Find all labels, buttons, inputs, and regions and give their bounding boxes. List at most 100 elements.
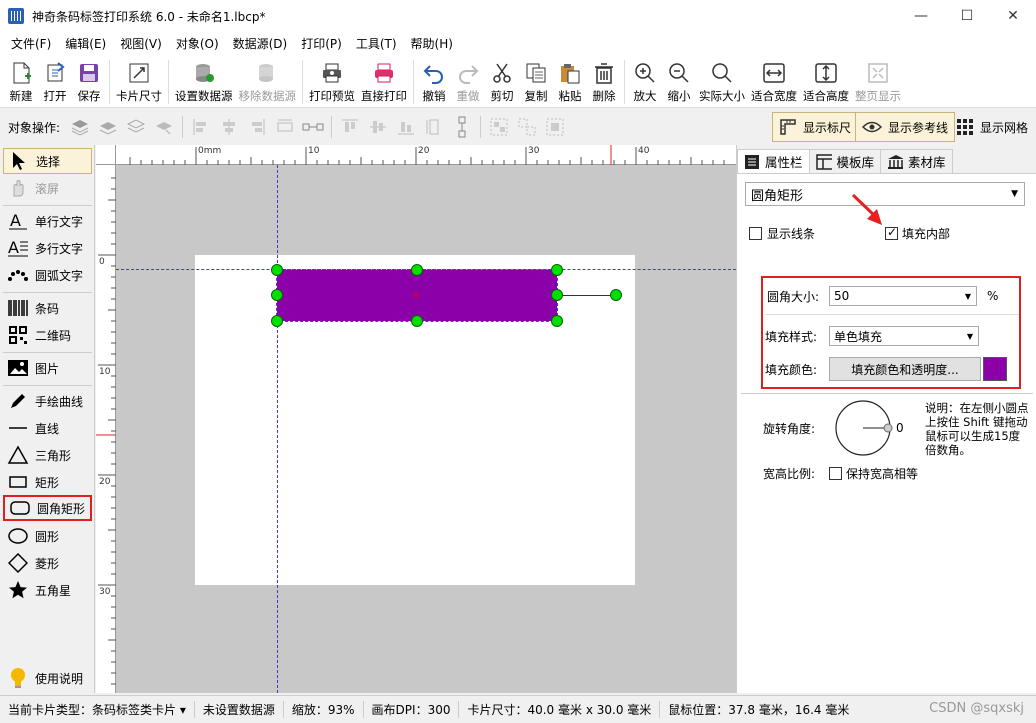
resize-handle-top[interactable] bbox=[411, 264, 423, 276]
tab-properties[interactable]: 属性栏 bbox=[737, 149, 810, 173]
align-left-icon[interactable] bbox=[189, 115, 213, 139]
resize-handle-top-right[interactable] bbox=[551, 264, 563, 276]
frame-icon[interactable] bbox=[543, 115, 567, 139]
resize-handle-bottom-left[interactable] bbox=[271, 315, 283, 327]
distribute-v-icon[interactable] bbox=[422, 115, 446, 139]
same-width-icon[interactable] bbox=[301, 115, 325, 139]
tool-select[interactable]: 选择 bbox=[3, 148, 92, 174]
layer-down-icon[interactable] bbox=[152, 115, 176, 139]
show-line-checkbox[interactable] bbox=[749, 227, 762, 240]
print-preview-button[interactable]: 打印预览 bbox=[306, 56, 358, 104]
align-middle-icon[interactable] bbox=[366, 115, 390, 139]
fill-color-button[interactable]: 填充颜色和透明度... bbox=[829, 357, 981, 381]
menu-file[interactable]: 文件(F) bbox=[4, 32, 58, 56]
paste-button[interactable]: 粘贴 bbox=[553, 56, 587, 104]
undo-button[interactable]: 撤销 bbox=[417, 56, 451, 104]
open-button[interactable]: 打开 bbox=[38, 56, 72, 104]
new-button[interactable]: 新建 bbox=[4, 56, 38, 104]
fill-style-combo[interactable]: 单色填充 ▼ bbox=[829, 326, 979, 346]
menu-help[interactable]: 帮助(H) bbox=[404, 32, 460, 56]
send-back-icon[interactable] bbox=[96, 115, 120, 139]
menu-view[interactable]: 视图(V) bbox=[113, 32, 169, 56]
tool-triangle[interactable]: 三角形 bbox=[3, 442, 92, 468]
dropdown-arrow-icon: ▼ bbox=[1011, 189, 1018, 199]
tool-diamond[interactable]: 菱形 bbox=[3, 550, 92, 576]
close-button[interactable]: ✕ bbox=[990, 0, 1036, 32]
align-bottom-icon[interactable] bbox=[394, 115, 418, 139]
status-card-type[interactable]: 当前卡片类型：条码标签类卡片 ▾ bbox=[0, 701, 195, 718]
maximize-button[interactable]: ☐ bbox=[944, 0, 990, 32]
same-height-icon[interactable] bbox=[450, 115, 474, 139]
zoom-out-button[interactable]: 缩小 bbox=[662, 56, 696, 104]
show-ruler-toggle[interactable]: 显示标尺 bbox=[772, 112, 859, 142]
align-top-icon[interactable] bbox=[338, 115, 362, 139]
resize-handle-left[interactable] bbox=[271, 289, 283, 301]
tool-single-text[interactable]: A 单行文字 bbox=[3, 208, 92, 234]
align-right-icon[interactable] bbox=[245, 115, 269, 139]
hand-icon bbox=[7, 177, 29, 199]
tool-freehand[interactable]: 手绘曲线 bbox=[3, 388, 92, 414]
copy-button[interactable]: 复制 bbox=[519, 56, 553, 104]
undo-icon bbox=[423, 62, 445, 84]
database-icon bbox=[193, 62, 215, 84]
rotation-handle[interactable] bbox=[610, 289, 622, 301]
guide-line-vertical[interactable] bbox=[277, 165, 278, 693]
full-page-button[interactable]: 整页显示 bbox=[852, 56, 904, 104]
tool-barcode[interactable]: 条码 bbox=[3, 295, 92, 321]
menu-print[interactable]: 打印(P) bbox=[294, 32, 349, 56]
keep-aspect-checkbox[interactable] bbox=[829, 467, 842, 480]
set-datasource-button[interactable]: 设置数据源 bbox=[172, 56, 236, 104]
resize-handle-top-left[interactable] bbox=[271, 264, 283, 276]
tool-rounded-rect[interactable]: 圆角矩形 bbox=[3, 495, 92, 521]
delete-button[interactable]: 删除 bbox=[587, 56, 621, 104]
zoom-in-button[interactable]: 放大 bbox=[628, 56, 662, 104]
tool-line[interactable]: 直线 bbox=[3, 415, 92, 441]
tool-star[interactable]: 五角星 bbox=[3, 577, 92, 603]
toolbar-separator bbox=[109, 60, 110, 104]
tool-arc-text[interactable]: 圆弧文字 bbox=[3, 262, 92, 288]
tool-image[interactable]: 图片 bbox=[3, 355, 92, 381]
resize-handle-right[interactable] bbox=[551, 289, 563, 301]
layer-up-icon[interactable] bbox=[124, 115, 148, 139]
menu-datasource[interactable]: 数据源(D) bbox=[226, 32, 295, 56]
menu-object[interactable]: 对象(O) bbox=[169, 32, 226, 56]
app-icon bbox=[8, 8, 24, 24]
center-mark-icon: + bbox=[411, 288, 422, 302]
ruler-left-label: 20 bbox=[99, 477, 111, 487]
tool-rectangle[interactable]: 矩形 bbox=[3, 469, 92, 495]
menu-tools[interactable]: 工具(T) bbox=[349, 32, 404, 56]
minimize-button[interactable]: — bbox=[898, 0, 944, 32]
show-guides-toggle[interactable]: 显示参考线 bbox=[855, 112, 956, 142]
actual-size-button[interactable]: 实际大小 bbox=[696, 56, 748, 104]
canvas-area[interactable]: 0mm 10 20 30 40 0 10 20 30 + bbox=[96, 145, 736, 693]
save-button[interactable]: 保存 bbox=[72, 56, 106, 104]
fit-width-button[interactable]: 适合宽度 bbox=[748, 56, 800, 104]
distribute-h-icon[interactable] bbox=[273, 115, 297, 139]
direct-print-button[interactable]: 直接打印 bbox=[358, 56, 410, 104]
tool-help[interactable]: 使用说明 bbox=[3, 665, 92, 691]
svg-text:A: A bbox=[8, 238, 19, 257]
cut-button[interactable]: 剪切 bbox=[485, 56, 519, 104]
resize-handle-bottom[interactable] bbox=[411, 315, 423, 327]
redo-button[interactable]: 重做 bbox=[451, 56, 485, 104]
card-size-button[interactable]: 卡片尺寸 bbox=[113, 56, 165, 104]
bring-front-icon[interactable] bbox=[68, 115, 92, 139]
tool-multi-text[interactable]: A 多行文字 bbox=[3, 235, 92, 261]
tab-materials[interactable]: 素材库 bbox=[880, 149, 953, 173]
fill-color-swatch[interactable] bbox=[983, 357, 1007, 381]
group-icon[interactable] bbox=[487, 115, 511, 139]
ruler-top-label: 30 bbox=[528, 146, 540, 156]
align-center-icon[interactable] bbox=[217, 115, 241, 139]
tool-ellipse[interactable]: 圆形 bbox=[3, 523, 92, 549]
tool-scroll[interactable]: 滚屏 bbox=[3, 175, 92, 201]
rotation-dial[interactable] bbox=[831, 398, 903, 458]
show-grid-toggle[interactable]: 显示网格 bbox=[950, 112, 1034, 142]
fit-height-button[interactable]: 适合高度 bbox=[800, 56, 852, 104]
resize-handle-bottom-right[interactable] bbox=[551, 315, 563, 327]
tab-templates[interactable]: 模板库 bbox=[808, 149, 882, 173]
menu-edit[interactable]: 编辑(E) bbox=[58, 32, 113, 56]
ungroup-icon[interactable] bbox=[515, 115, 539, 139]
remove-datasource-button[interactable]: 移除数据源 bbox=[236, 56, 300, 104]
tool-qrcode[interactable]: 二维码 bbox=[3, 322, 92, 348]
corner-size-combo[interactable]: 50 ▼ bbox=[829, 286, 977, 306]
